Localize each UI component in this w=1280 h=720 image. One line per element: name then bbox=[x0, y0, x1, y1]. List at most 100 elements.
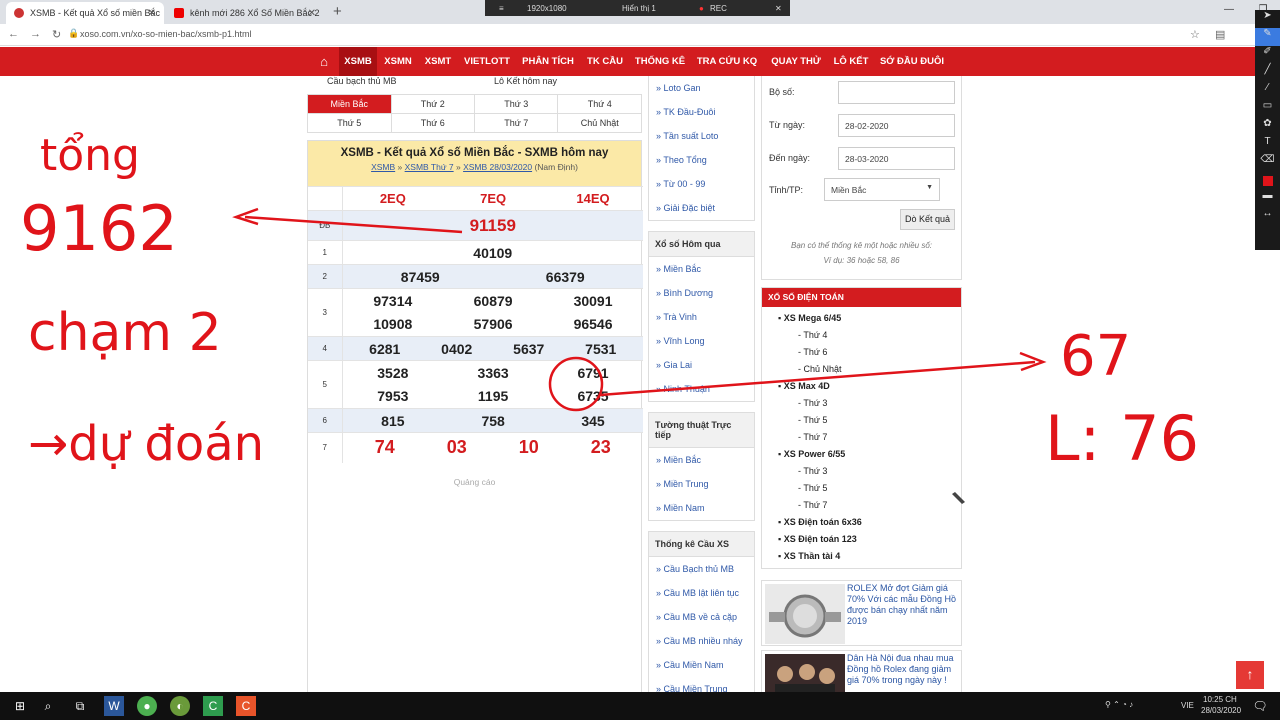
sidebar-link[interactable]: » Miền Bắc bbox=[649, 448, 754, 472]
day-tab[interactable]: Miền Bắc bbox=[307, 94, 392, 114]
nav-vietlott[interactable]: VIETLOTT bbox=[459, 47, 515, 76]
game-link[interactable]: ▪ XS Điện toán 6x36 bbox=[778, 517, 862, 527]
cau-bach-thu-link[interactable]: Cầu bạch thủ MB bbox=[327, 76, 397, 86]
nav-tra-cuu[interactable]: TRA CỨU KQ bbox=[691, 47, 763, 76]
day-tab[interactable]: Thứ 2 bbox=[390, 94, 475, 114]
pen-icon[interactable]: ✎ bbox=[1255, 28, 1280, 46]
day-link[interactable]: - Thứ 3 bbox=[798, 398, 827, 408]
sidebar-link[interactable]: » Giải Đặc biệt bbox=[649, 196, 754, 220]
text-icon[interactable]: T bbox=[1255, 136, 1280, 154]
more-icon[interactable]: ↔ bbox=[1255, 208, 1280, 226]
browser-tab-1[interactable]: XSMB - Kết quả Xổ số miền Bắc ✕ bbox=[6, 2, 164, 24]
recorder-close-icon[interactable]: ✕ bbox=[775, 4, 782, 13]
bookmark-star-icon[interactable]: ☆ bbox=[1190, 28, 1200, 41]
ad-block[interactable]: ROLEX Mở đợt Giảm giá 70% Với các mẫu Đồ… bbox=[761, 580, 962, 646]
chrome-icon[interactable]: ● bbox=[137, 696, 157, 716]
brush-icon[interactable]: ⁄ bbox=[1255, 82, 1280, 100]
eraser-icon[interactable]: ⌫ bbox=[1255, 154, 1280, 172]
scroll-top-button[interactable]: ↑ bbox=[1236, 661, 1264, 689]
windows-start-icon[interactable]: ⊞ bbox=[10, 696, 30, 716]
day-tab[interactable]: Chủ Nhật bbox=[557, 113, 642, 133]
url-field[interactable]: xoso.com.vn/xo-so-mien-bac/xsmb-p1.html bbox=[80, 29, 252, 39]
extension-icon[interactable]: ▤ bbox=[1215, 28, 1225, 41]
ad-text[interactable]: Dân Hà Nội đua nhau mua Đồng hồ Rolex đa… bbox=[847, 653, 959, 686]
ad-block[interactable]: Dân Hà Nội đua nhau mua Đồng hồ Rolex đa… bbox=[761, 650, 962, 692]
sidebar-link[interactable]: » Miền Bắc bbox=[649, 257, 754, 281]
rec-label[interactable]: REC bbox=[710, 4, 727, 13]
game-link[interactable]: ▪ XS Mega 6/45 bbox=[778, 313, 841, 323]
sidebar-link[interactable]: » Miền Nam bbox=[649, 496, 754, 520]
sidebar-link[interactable]: » Trà Vinh bbox=[649, 305, 754, 329]
reload-icon[interactable]: ↻ bbox=[52, 28, 61, 41]
day-link[interactable]: - Thứ 6 bbox=[798, 347, 827, 357]
nav-quay-thu[interactable]: QUAY THỬ bbox=[765, 47, 827, 76]
lo-ket-link[interactable]: Lô Kết hôm nay bbox=[494, 76, 557, 86]
day-link[interactable]: - Thứ 7 bbox=[798, 500, 827, 510]
game-link[interactable]: ▪ XS Power 6/55 bbox=[778, 449, 845, 459]
clock-time[interactable]: 10:25 CH bbox=[1203, 695, 1237, 704]
rectangle-icon[interactable]: ▭ bbox=[1255, 100, 1280, 118]
tray-icons[interactable]: ⚲ ⌃ ◔ ♪ bbox=[1105, 700, 1133, 709]
line-icon[interactable]: ╱ bbox=[1255, 64, 1280, 82]
close-tab-icon[interactable]: ✕ bbox=[148, 8, 156, 19]
game-link[interactable]: ▪ XS Điện toán 123 bbox=[778, 534, 857, 544]
sidebar-link[interactable]: » TK Đầu-Đuôi bbox=[649, 100, 754, 124]
sidebar-link[interactable]: » Miền Trung bbox=[649, 472, 754, 496]
search-icon[interactable]: ⌕ bbox=[38, 696, 58, 716]
sidebar-link[interactable]: » Bình Dương bbox=[649, 281, 754, 305]
nav-phan-tich[interactable]: PHÂN TÍCH bbox=[517, 47, 579, 76]
day-link[interactable]: - Thứ 5 bbox=[798, 415, 827, 425]
stroke-width-icon[interactable]: ▬ bbox=[1255, 190, 1280, 208]
lookup-button[interactable]: Dò Kết quả bbox=[900, 209, 955, 230]
camtasia-recorder-icon[interactable]: C bbox=[236, 696, 256, 716]
number-input[interactable] bbox=[838, 81, 955, 104]
nav-lo-ket[interactable]: LÔ KẾT bbox=[829, 47, 873, 76]
nav-thong-ke[interactable]: THỐNG KÊ bbox=[631, 47, 689, 76]
game-link[interactable]: ▪ XS Max 4D bbox=[778, 381, 830, 391]
day-tab[interactable]: Thứ 5 bbox=[307, 113, 392, 133]
app-icon[interactable]: ◐ bbox=[170, 696, 190, 716]
crumb-link[interactable]: XSMB Thứ 7 bbox=[405, 162, 454, 172]
province-select[interactable]: Miền Bắc ▼ bbox=[824, 178, 940, 201]
day-link[interactable]: - Chủ Nhật bbox=[798, 364, 842, 374]
day-link[interactable]: - Thứ 7 bbox=[798, 432, 827, 442]
nav-tk-cau[interactable]: TK CẦU bbox=[581, 47, 629, 76]
sidebar-link[interactable]: » Cầu MB lật liên tục bbox=[649, 581, 754, 605]
sidebar-link[interactable]: » Từ 00 - 99 bbox=[649, 172, 754, 196]
task-view-icon[interactable]: ⧉ bbox=[70, 696, 90, 716]
cursor-icon[interactable]: ➤ bbox=[1255, 10, 1280, 28]
sidebar-link[interactable]: » Loto Gan bbox=[649, 76, 754, 100]
forward-icon[interactable]: → bbox=[30, 28, 41, 40]
browser-tab-2[interactable]: kênh mới 286 Xổ Số Miền Bắc 2 ✕ bbox=[166, 2, 324, 24]
day-tab[interactable]: Thứ 4 bbox=[557, 94, 642, 114]
language-indicator[interactable]: VIE bbox=[1181, 701, 1194, 710]
nav-xsmn[interactable]: XSMN bbox=[379, 47, 417, 76]
sidebar-link[interactable]: » Gia Lai bbox=[649, 353, 754, 377]
nav-xsmb[interactable]: XSMB bbox=[339, 47, 377, 76]
color-swatch-icon[interactable] bbox=[1255, 172, 1280, 190]
to-date-input[interactable]: 28-03-2020 bbox=[838, 147, 955, 170]
from-date-input[interactable]: 28-02-2020 bbox=[838, 114, 955, 137]
sidebar-link[interactable]: » Cầu Miền Nam bbox=[649, 653, 754, 677]
day-link[interactable]: - Thứ 3 bbox=[798, 466, 827, 476]
home-icon[interactable]: ⌂ bbox=[309, 47, 339, 76]
crumb-link[interactable]: XSMB 28/03/2020 bbox=[463, 162, 532, 172]
sidebar-link[interactable]: » Cầu Bạch thủ MB bbox=[649, 557, 754, 581]
close-tab-icon[interactable]: ✕ bbox=[308, 8, 316, 19]
nav-so-dau-duoi[interactable]: SỚ ĐẦU ĐUÔI bbox=[875, 47, 949, 76]
minimize-icon[interactable]: — bbox=[1212, 0, 1246, 24]
day-tab[interactable]: Thứ 6 bbox=[390, 113, 475, 133]
camtasia-icon[interactable]: C bbox=[203, 696, 223, 716]
shapes-icon[interactable]: ✿ bbox=[1255, 118, 1280, 136]
nav-xsmt[interactable]: XSMT bbox=[419, 47, 457, 76]
ad-text[interactable]: ROLEX Mở đợt Giảm giá 70% Với các mẫu Đồ… bbox=[847, 583, 959, 627]
clock-date[interactable]: 28/03/2020 bbox=[1201, 706, 1241, 715]
day-link[interactable]: - Thứ 4 bbox=[798, 330, 827, 340]
marker-icon[interactable]: ✐ bbox=[1255, 46, 1280, 64]
day-tab[interactable]: Thứ 3 bbox=[473, 94, 559, 114]
sidebar-link[interactable]: » Tần suất Loto bbox=[649, 124, 754, 148]
game-link[interactable]: ▪ XS Thần tài 4 bbox=[778, 551, 840, 561]
day-tab[interactable]: Thứ 7 bbox=[473, 113, 559, 133]
day-link[interactable]: - Thứ 5 bbox=[798, 483, 827, 493]
back-icon[interactable]: ← bbox=[8, 28, 19, 40]
